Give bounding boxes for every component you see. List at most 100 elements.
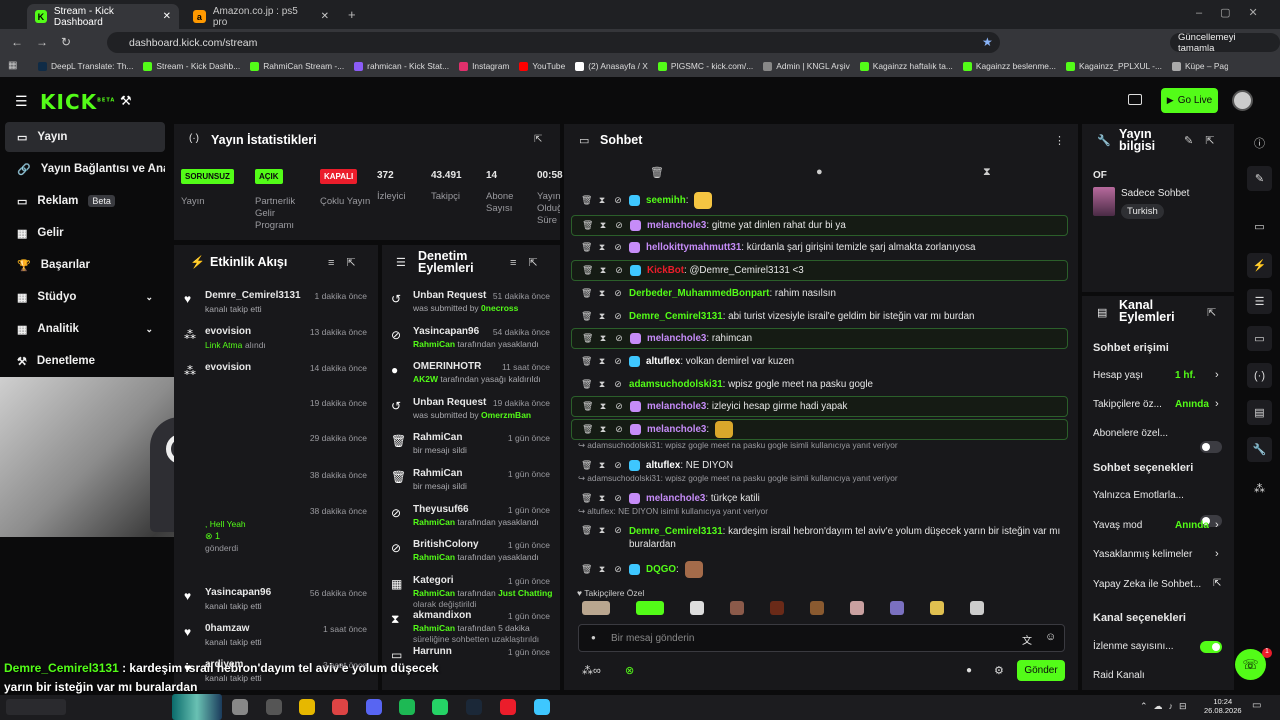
mod-who[interactable]: RahmiCan bbox=[413, 552, 455, 562]
taskbar-app-icon[interactable] bbox=[366, 699, 382, 715]
ban-icon[interactable]: ⊘ bbox=[613, 311, 623, 322]
trash-icon[interactable]: 🗑 bbox=[581, 242, 592, 253]
chat-username[interactable]: KickBot bbox=[647, 265, 684, 276]
ban-icon[interactable]: ⊘ bbox=[614, 424, 624, 435]
trash-icon[interactable]: 🗑 bbox=[582, 333, 593, 344]
chevron-right-icon[interactable]: › bbox=[1215, 369, 1219, 381]
mod-action-title[interactable]: Harrunn bbox=[413, 646, 452, 657]
ban-icon[interactable]: ⊘ bbox=[613, 564, 623, 575]
mod-action-title[interactable]: Unban Request bbox=[413, 290, 486, 301]
avatar[interactable] bbox=[1232, 90, 1253, 111]
hammer-icon[interactable]: ⚒ bbox=[120, 93, 132, 109]
bookmark-item[interactable]: DeepL Translate: Th... bbox=[38, 61, 133, 71]
trash-icon[interactable]: 🗑 bbox=[582, 424, 593, 435]
event-user[interactable]: evovision bbox=[205, 326, 251, 337]
popout-icon[interactable]: ⇱ bbox=[534, 134, 542, 145]
chevron-right-icon[interactable]: › bbox=[1215, 548, 1219, 560]
emote-option[interactable] bbox=[810, 601, 824, 615]
chat-input[interactable]: ● Bir mesaj gönderin 文 ☺ bbox=[578, 624, 1065, 652]
raid-channel-label[interactable]: Raid Kanalı bbox=[1093, 670, 1145, 681]
hourglass-icon[interactable]: ⧗ bbox=[598, 220, 608, 231]
chat-username[interactable]: melanchole3 bbox=[647, 401, 706, 412]
mod-action-title[interactable]: Unban Request bbox=[413, 397, 486, 408]
chevron-down-icon[interactable]: ⌄ bbox=[145, 324, 153, 335]
bolt-icon[interactable]: ⚡ bbox=[1247, 253, 1272, 278]
ban-icon[interactable]: ⊘ bbox=[613, 288, 623, 299]
trash-icon[interactable]: 🗑 bbox=[581, 460, 592, 471]
speech-icon[interactable]: ● bbox=[816, 166, 823, 178]
hourglass-icon[interactable]: ⧗ bbox=[598, 401, 608, 412]
taskbar-app-icon[interactable] bbox=[332, 699, 348, 715]
mod-who[interactable]: AK2W bbox=[413, 374, 438, 384]
hourglass-icon[interactable]: ⧗ bbox=[597, 242, 607, 253]
chat-username[interactable]: seemihh bbox=[646, 195, 686, 206]
trash-icon[interactable]: 🗑 bbox=[582, 401, 593, 412]
hourglass-icon[interactable]: ⧗ bbox=[597, 493, 607, 504]
ban-icon[interactable]: ⊘ bbox=[613, 242, 623, 253]
trash-icon[interactable]: 🗑 bbox=[650, 166, 664, 179]
chat-username[interactable]: Demre_Cemirel3131 bbox=[629, 526, 723, 537]
sidebar-item[interactable]: ▭ Reklam Beta bbox=[5, 186, 165, 216]
viewcount-toggle[interactable] bbox=[1200, 641, 1222, 653]
bookmark-item[interactable]: (2) Anasayfa / X bbox=[575, 61, 648, 71]
bookmark-item[interactable]: Instagram bbox=[459, 61, 509, 71]
access-setting-value[interactable]: Anında bbox=[1175, 399, 1209, 410]
chat-icon[interactable]: ▭ bbox=[1247, 326, 1272, 351]
edit-icon[interactable]: ✎ bbox=[1247, 166, 1272, 191]
trash-icon[interactable]: 🗑 bbox=[581, 493, 592, 504]
nav-buttons[interactable]: ←→↻ bbox=[11, 35, 84, 49]
mod-action-title[interactable]: BritishColony bbox=[413, 539, 479, 550]
hourglass-icon[interactable]: ⧗ bbox=[597, 564, 607, 575]
emote-option[interactable] bbox=[636, 601, 664, 615]
chat-username[interactable]: Derbeder_MuhammedBonpart bbox=[629, 288, 769, 299]
popout-icon[interactable]: ⇱ bbox=[1207, 306, 1216, 319]
option-value[interactable]: Anında bbox=[1175, 520, 1209, 531]
hourglass-icon[interactable]: ⧗ bbox=[597, 311, 607, 322]
mod-who[interactable]: RahmiCan bbox=[413, 339, 455, 349]
notifications-icon[interactable]: ▭ bbox=[1252, 700, 1261, 711]
event-user[interactable]: Yasincapan96 bbox=[205, 587, 271, 598]
emote-option[interactable] bbox=[730, 601, 744, 615]
emote-option[interactable] bbox=[770, 601, 784, 615]
ban-icon[interactable]: ⊘ bbox=[614, 220, 624, 231]
emote-option[interactable] bbox=[890, 601, 904, 615]
update-button[interactable]: Güncellemeyi tamamla bbox=[1170, 32, 1280, 54]
emote-option[interactable] bbox=[690, 601, 704, 615]
url-field[interactable]: dashboard.kick.com/stream bbox=[107, 32, 1000, 53]
card-icon[interactable]: ▭ bbox=[1247, 214, 1272, 239]
tab-kick-dashboard[interactable]: K Stream - Kick Dashboard ✕ bbox=[27, 4, 179, 29]
trash-icon[interactable]: 🗑 bbox=[581, 379, 592, 390]
taskbar-app-icon[interactable] bbox=[299, 699, 315, 715]
bookmark-item[interactable]: Küpe – Page 2 bbox=[1171, 61, 1228, 71]
window-controls[interactable]: –▢✕ bbox=[1196, 6, 1276, 19]
bookmark-item[interactable]: PIGSMC - kick.com/... bbox=[657, 61, 753, 71]
chevron-right-icon[interactable]: › bbox=[1215, 519, 1219, 531]
bookmark-item[interactable]: RahmiCan Stream -... bbox=[250, 61, 344, 71]
taskbar-app-icon[interactable] bbox=[466, 699, 482, 715]
chat-username[interactable]: DQGO bbox=[646, 564, 676, 575]
sidebar-item[interactable]: 🔗 Yayın Bağlantısı ve Anahtar bbox=[5, 154, 165, 184]
external-link-icon[interactable]: ⇱ bbox=[1213, 578, 1221, 589]
trash-icon[interactable]: 🗑 bbox=[581, 564, 592, 575]
points-icon[interactable]: ⁂∞ bbox=[582, 664, 601, 677]
settings-gear-icon[interactable]: ⚙ bbox=[994, 664, 1004, 677]
edit-popout-icons[interactable]: ✎⇱ bbox=[1184, 134, 1226, 147]
bookmark-item[interactable]: rahmican - Kick Stat... bbox=[354, 61, 449, 71]
widget-thumbnail[interactable] bbox=[172, 694, 222, 720]
chat-username[interactable]: melanchole3 bbox=[646, 493, 705, 504]
ban-icon[interactable]: ⊘ bbox=[613, 379, 623, 390]
emote-option[interactable] bbox=[582, 601, 610, 615]
emoji-icon[interactable]: ☺ bbox=[1045, 631, 1056, 643]
mod-action-title[interactable]: akmandixon bbox=[413, 610, 471, 621]
mod-action-title[interactable]: Kategori bbox=[413, 575, 454, 586]
mod-action-title[interactable]: RahmiCan bbox=[413, 432, 462, 443]
chat-username[interactable]: melanchole3 bbox=[647, 333, 706, 344]
chat-username[interactable]: altuflex bbox=[646, 460, 680, 471]
taskbar-app-icon[interactable] bbox=[432, 699, 448, 715]
event-user[interactable]: 0hamzaw bbox=[205, 623, 249, 634]
translate-icon[interactable]: 文 bbox=[1022, 632, 1032, 647]
list-icon[interactable]: ☰ bbox=[1247, 289, 1272, 314]
star-icon[interactable]: ★ bbox=[982, 35, 993, 49]
mod-who[interactable]: RahmiCan bbox=[413, 588, 455, 598]
close-icon[interactable]: ✕ bbox=[321, 11, 329, 22]
